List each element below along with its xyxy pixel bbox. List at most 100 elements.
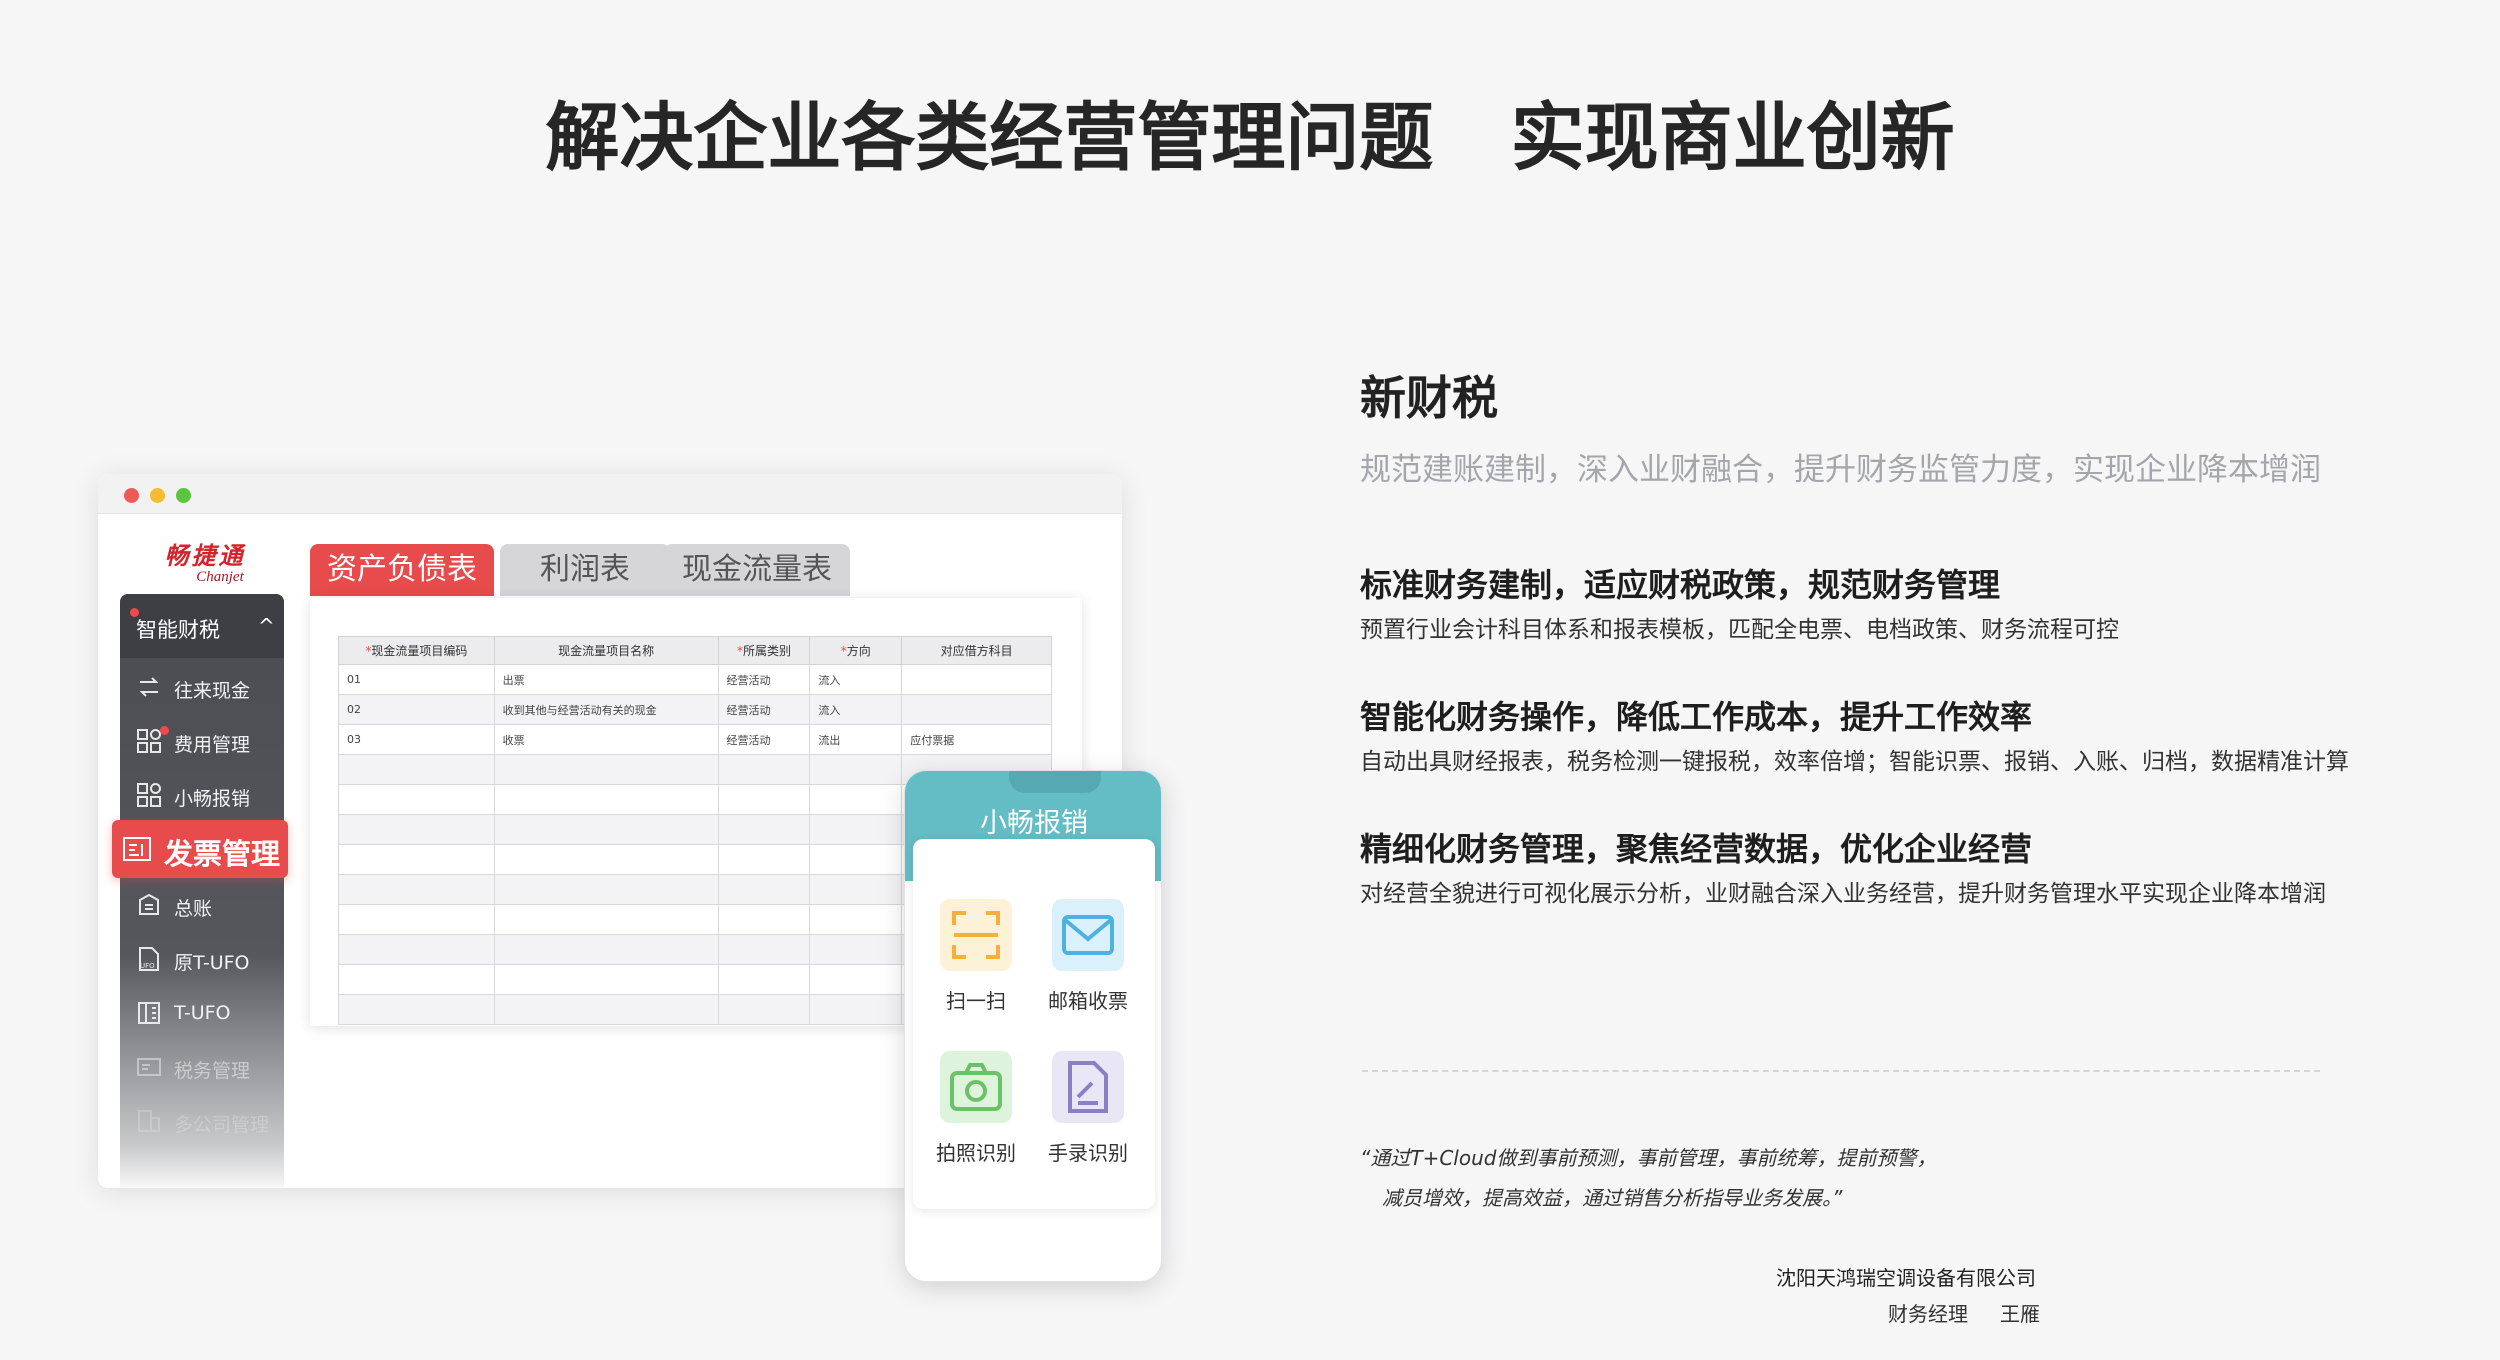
table-cell[interactable] [717,964,811,995]
table-cell[interactable] [338,814,495,845]
table-cell[interactable]: 流入 [809,694,903,725]
table-cell[interactable]: 出票 [493,664,719,695]
table-cell[interactable] [717,994,811,1025]
table-row[interactable]: 02 收到其他与经营活动有关的现金 经营活动 流入 [338,694,1052,725]
sidebar: 智能财税 ^ 往来现金 费用管理 小畅报销 总账 UFO 原T-UFO T-UF… [120,594,284,1188]
invoice-icon [123,837,151,861]
table-cell[interactable] [338,964,495,995]
table-cell[interactable] [901,694,1052,725]
sidebar-item-label: 往来现金 [174,680,251,702]
camera-icon [940,1051,1012,1123]
table-cell[interactable] [493,904,719,935]
table-cell[interactable] [717,934,811,965]
table-cell[interactable] [338,994,495,1025]
tab-cash-flow[interactable]: 现金流量表 [664,544,850,596]
table-cell[interactable] [338,904,495,935]
column-header[interactable]: 现金流量项目名称 [493,636,719,665]
scan-icon [940,899,1012,971]
sidebar-item-feiyong-guanli[interactable]: 费用管理 [136,722,286,762]
page-headline: 解决企业各类经营管理问题 实现商业创新 [545,95,1955,181]
testimonial-person: 王雁 [2000,1302,2040,1326]
table-cell[interactable] [493,784,719,815]
column-header-label: 对应借方科目 [940,644,1013,658]
table-cell[interactable] [809,874,903,905]
tab-income-statement[interactable]: 利润表 [500,544,670,596]
table-cell[interactable]: 03 [338,724,495,755]
window-titlebar [98,474,1122,514]
feature-description: 对经营全貌进行可视化展示分析，业财融合深入业务经营，提升财务管理水平实现企业降本… [1360,881,2326,907]
chanjet-logo: 畅捷通 Chanjet [150,541,260,585]
table-cell[interactable]: 经营活动 [717,664,811,695]
sidebar-item-zongzhang[interactable]: 总账 [136,886,286,926]
column-header[interactable]: *现金流量项目编码 [338,636,495,665]
mailbox-receipt-button[interactable]: 邮箱收票 [1033,899,1143,1014]
table-cell[interactable] [493,934,719,965]
table-cell[interactable] [717,844,811,875]
testimonial-quote-line: “通过T+Cloud做到事前预测，事前管理，事前统筹，提前预警， [1360,1146,1937,1170]
table-cell[interactable] [493,964,719,995]
table-cell[interactable] [338,844,495,875]
sidebar-section-header[interactable]: 智能财税 ^ [120,594,284,658]
table-cell[interactable] [809,754,903,785]
table-cell[interactable] [493,814,719,845]
table-row[interactable]: 01 出票 经营活动 流入 [338,664,1052,695]
building-icon [138,1002,160,1024]
table-cell[interactable]: 02 [338,694,495,725]
table-cell[interactable]: 01 [338,664,495,695]
table-cell[interactable] [338,784,495,815]
grid-apps-icon [137,729,161,753]
testimonial-company: 沈阳天鸿瑞空调设备有限公司 [1776,1266,2036,1290]
table-row[interactable]: 03 收票 经营活动 流出 应付票据 [338,724,1052,755]
table-cell[interactable] [901,664,1052,695]
photo-recognition-button[interactable]: 拍照识别 [921,1051,1031,1166]
tab-balance-sheet[interactable]: 资产负债表 [310,544,494,596]
table-cell[interactable] [493,844,719,875]
table-cell[interactable] [809,844,903,875]
table-cell[interactable] [717,874,811,905]
companies-icon [138,1110,160,1132]
table-cell[interactable] [809,964,903,995]
table-cell[interactable] [809,994,903,1025]
table-cell[interactable] [809,784,903,815]
sidebar-item-label: 多公司管理 [174,1114,270,1136]
table-cell[interactable] [717,784,811,815]
table-cell[interactable] [717,814,811,845]
column-header[interactable]: 对应借方科目 [901,636,1052,665]
chevron-up-icon[interactable]: ^ [258,614,275,638]
table-cell[interactable] [493,874,719,905]
logo-chinese: 畅捷通 [164,541,246,570]
edit-doc-icon [1052,1051,1124,1123]
sidebar-item-fapiao-guanli[interactable]: 发票管理 [112,820,288,878]
sidebar-item-wanglai-xianjin[interactable]: 往来现金 [136,668,286,708]
table-cell[interactable] [493,754,719,785]
table-cell[interactable]: 收到其他与经营活动有关的现金 [493,694,719,725]
table-cell[interactable] [717,754,811,785]
table-cell[interactable] [809,814,903,845]
column-header[interactable]: *方向 [809,636,903,665]
table-cell[interactable]: 经营活动 [717,694,811,725]
notification-dot [160,726,169,735]
window-minimize-dot [150,488,165,503]
scan-button[interactable]: 扫一扫 [921,899,1031,1014]
table-cell[interactable] [338,934,495,965]
sidebar-item-duogongsi-guanli[interactable]: 多公司管理 [136,1102,286,1142]
manual-entry-button[interactable]: 手录识别 [1033,1051,1143,1166]
sidebar-item-yuan-t-ufo[interactable]: UFO 原T-UFO [136,940,286,980]
sidebar-item-shuiwu-guanli[interactable]: 税务管理 [136,1048,286,1088]
table-cell[interactable] [338,874,495,905]
table-cell[interactable] [493,994,719,1025]
table-cell[interactable]: 收票 [493,724,719,755]
sidebar-item-xiaochang-baoxiao[interactable]: 小畅报销 [136,776,286,816]
window-maximize-dot [176,488,191,503]
table-cell[interactable] [809,904,903,935]
column-header[interactable]: *所属类别 [717,636,811,665]
sidebar-item-t-ufo[interactable]: T-UFO [136,994,286,1034]
table-cell[interactable]: 流入 [809,664,903,695]
table-cell[interactable] [338,754,495,785]
table-cell[interactable]: 应付票据 [901,724,1052,755]
table-cell[interactable]: 流出 [809,724,903,755]
sidebar-item-label: T-UFO [174,1002,231,1024]
table-cell[interactable] [717,904,811,935]
table-cell[interactable] [809,934,903,965]
table-cell[interactable]: 经营活动 [717,724,811,755]
